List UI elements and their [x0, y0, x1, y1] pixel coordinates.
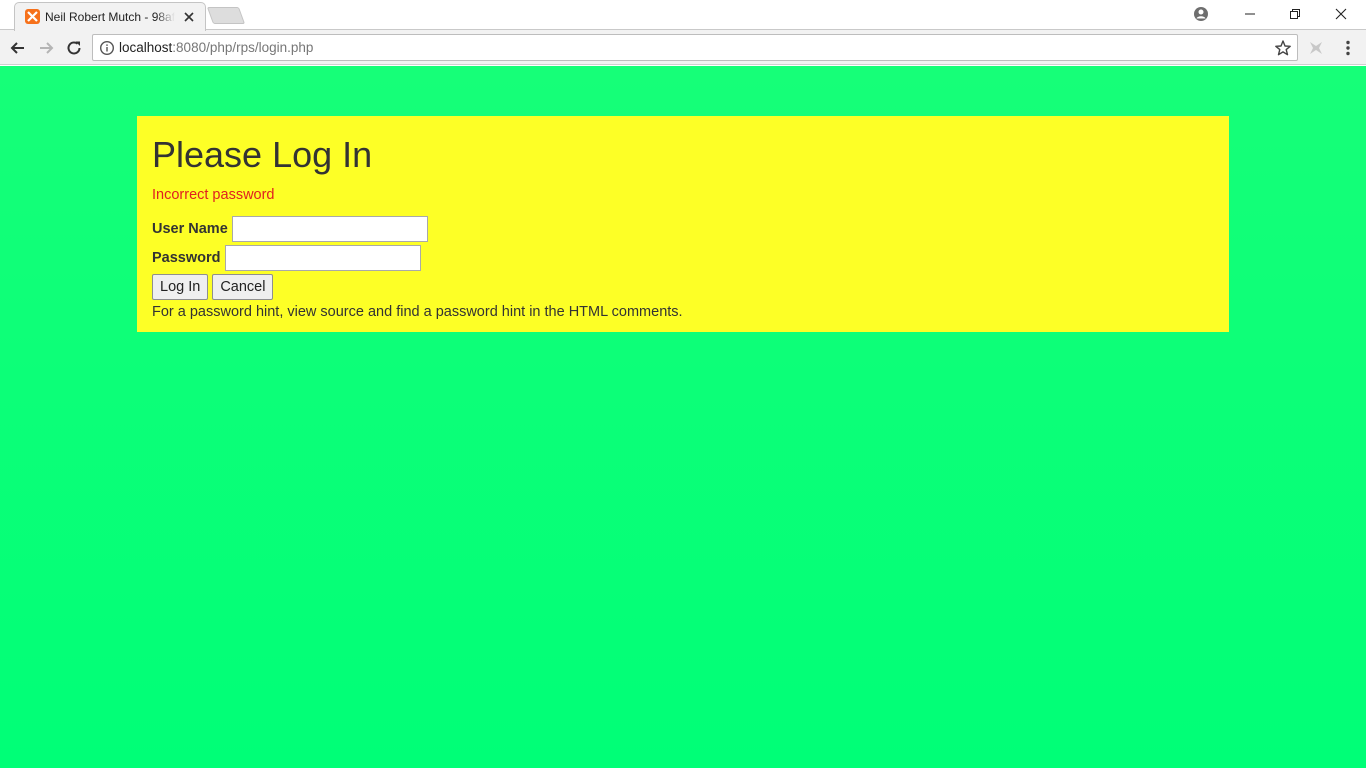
tab-title: Neil Robert Mutch - 98af [45, 10, 175, 24]
username-label: User Name [152, 221, 228, 237]
bookmark-star-icon[interactable] [1274, 39, 1292, 57]
url-host: localhost [119, 40, 173, 55]
password-label: Password [152, 250, 221, 266]
login-container: Please Log In Incorrect password User Na… [137, 116, 1229, 332]
page-viewport: Please Log In Incorrect password User Na… [0, 66, 1366, 768]
xampp-favicon-icon [25, 9, 40, 24]
new-tab-button[interactable] [206, 7, 246, 24]
extension-icon[interactable] [1304, 36, 1328, 60]
cancel-button[interactable]: Cancel [212, 274, 274, 300]
url-path: :8080/php/rps/login.php [172, 40, 314, 55]
restore-icon[interactable] [1272, 0, 1318, 28]
profile-icon[interactable] [1178, 0, 1224, 28]
minimize-icon[interactable] [1227, 0, 1273, 28]
error-message: Incorrect password [152, 187, 275, 203]
back-arrow-icon[interactable] [6, 36, 30, 60]
page-title: Please Log In [152, 134, 373, 175]
info-icon[interactable] [99, 40, 115, 56]
form-buttons: Log In Cancel [152, 274, 274, 300]
reload-icon[interactable] [62, 36, 86, 60]
forward-arrow-icon[interactable] [34, 36, 58, 60]
browser-tab[interactable]: Neil Robert Mutch - 98af [14, 2, 206, 31]
close-window-icon[interactable] [1318, 0, 1364, 28]
tab-close-icon[interactable] [182, 10, 196, 24]
menu-kebab-icon[interactable] [1336, 36, 1360, 60]
url-text: localhost:8080/php/rps/login.php [119, 40, 313, 56]
username-input[interactable] [231, 216, 428, 242]
password-row: Password [152, 245, 421, 271]
browser-titlebar: Neil Robert Mutch - 98af [0, 0, 1366, 31]
password-input[interactable] [224, 245, 421, 271]
browser-toolbar: localhost:8080/php/rps/login.php [0, 30, 1366, 65]
username-row: User Name [152, 216, 428, 242]
login-button[interactable]: Log In [152, 274, 209, 300]
address-bar[interactable]: localhost:8080/php/rps/login.php [92, 34, 1298, 61]
password-hint-text: For a password hint, view source and fin… [152, 304, 683, 320]
